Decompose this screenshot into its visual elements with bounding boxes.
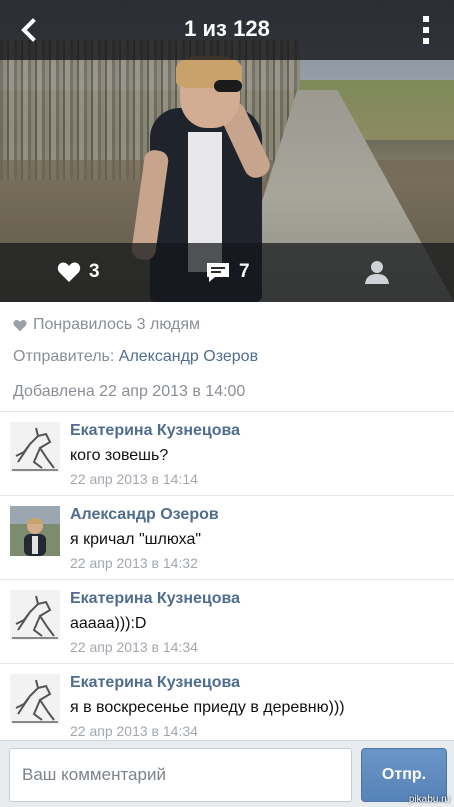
- comment-item: Александр Озеров я кричал "шлюха" 22 апр…: [0, 496, 454, 580]
- avatar-sketch-image: [10, 674, 60, 724]
- photo-info: Понравилось 3 людям Отправитель: Алексан…: [0, 302, 454, 412]
- comment-icon: [207, 263, 229, 282]
- liked-by-text: Понравилось 3 людям: [33, 316, 200, 333]
- comment-input[interactable]: [9, 748, 352, 802]
- comment-time: 22 апр 2013 в 14:34: [70, 723, 198, 739]
- more-vertical-icon-dot: [423, 27, 429, 33]
- comment-time: 22 апр 2013 в 14:32: [70, 555, 198, 571]
- comment-text: кого зовешь?: [70, 447, 169, 464]
- comment-item: Екатерина Кузнецова я в воскресенье прие…: [0, 664, 454, 740]
- comments-count: 7: [239, 261, 250, 282]
- comments-list[interactable]: Екатерина Кузнецова кого зовешь? 22 апр …: [0, 412, 454, 740]
- likes-count: 3: [89, 261, 100, 282]
- comment-author[interactable]: Екатерина Кузнецова: [70, 422, 240, 440]
- comment-time: 22 апр 2013 в 14:14: [70, 471, 198, 487]
- comment-author[interactable]: Екатерина Кузнецова: [70, 590, 240, 608]
- sender-link[interactable]: Александр Озеров: [119, 348, 258, 365]
- avatar[interactable]: [10, 422, 60, 472]
- avatar[interactable]: [10, 674, 60, 724]
- more-vertical-icon-dot: [423, 38, 429, 44]
- avatar-photo-image: [10, 506, 60, 556]
- person-icon: [365, 261, 389, 284]
- comment-item: Екатерина Кузнецова кого зовешь? 22 апр …: [0, 412, 454, 496]
- more-vertical-icon: [423, 16, 429, 22]
- comment-text: ааааа))):D: [70, 615, 147, 632]
- comment-text: я в воскресенье приеду в деревню))): [70, 699, 345, 716]
- comment-time: 22 апр 2013 в 14:34: [70, 639, 198, 655]
- watermark: pikabu.ru: [408, 794, 450, 805]
- comment-text: я кричал "шлюха": [70, 531, 202, 548]
- added-date: Добавлена 22 апр 2013 в 14:00: [13, 383, 246, 400]
- comment-item: Екатерина Кузнецова ааааа))):D 22 апр 20…: [0, 580, 454, 664]
- liked-by-row[interactable]: Понравилось 3 людям: [13, 316, 200, 334]
- comment-author[interactable]: Екатерина Кузнецова: [70, 674, 240, 692]
- avatar[interactable]: [10, 506, 60, 556]
- sender-row: Отправитель: Александр Озеров: [13, 348, 258, 366]
- avatar-sketch-image: [10, 590, 60, 640]
- sender-label: Отправитель:: [13, 348, 115, 365]
- heart-icon: [57, 262, 81, 282]
- heart-icon: [13, 319, 27, 331]
- more-menu-button[interactable]: [412, 14, 440, 46]
- photo-person-glasses: [214, 80, 242, 92]
- comments-button[interactable]: 7: [205, 257, 250, 287]
- photo-stats-bar: 3 7: [0, 243, 454, 302]
- avatar[interactable]: [10, 590, 60, 640]
- like-button[interactable]: 3: [57, 257, 100, 287]
- tag-person-button[interactable]: [364, 257, 390, 287]
- top-bar: 1 из 128: [0, 0, 454, 60]
- avatar-sketch-image: [10, 422, 60, 472]
- photo-counter: 1 из 128: [184, 16, 270, 41]
- comment-composer: Отпр. pikabu.ru: [0, 740, 454, 807]
- comment-author[interactable]: Александр Озеров: [70, 506, 219, 524]
